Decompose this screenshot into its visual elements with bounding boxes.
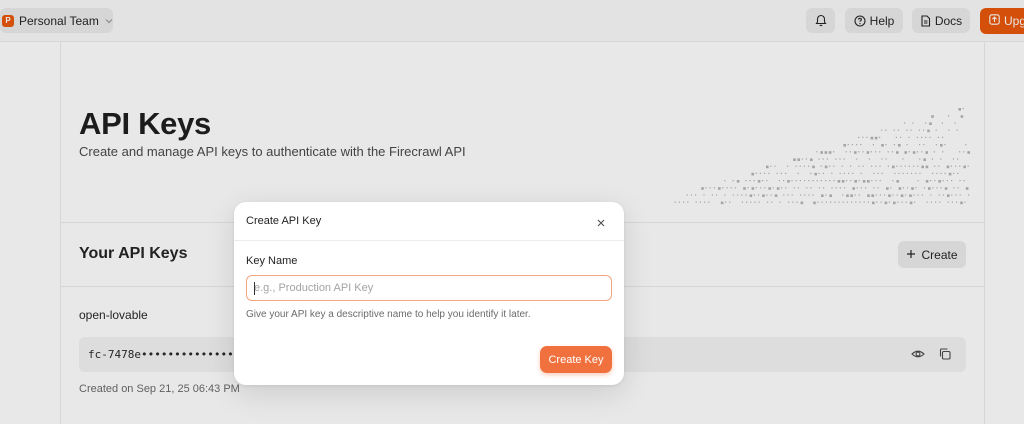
key-name-help: Give your API key a descriptive name to …	[246, 309, 531, 320]
create-api-key-dialog: Create API Key Key Name Give your API ke…	[234, 202, 624, 385]
key-name-input[interactable]	[246, 275, 612, 301]
key-name-label: Key Name	[246, 255, 298, 267]
dialog-header: Create API Key	[234, 202, 624, 241]
dialog-title: Create API Key	[246, 215, 322, 227]
text-cursor	[254, 282, 255, 295]
create-key-submit-button[interactable]: Create Key	[540, 346, 612, 373]
close-icon[interactable]	[596, 215, 606, 233]
